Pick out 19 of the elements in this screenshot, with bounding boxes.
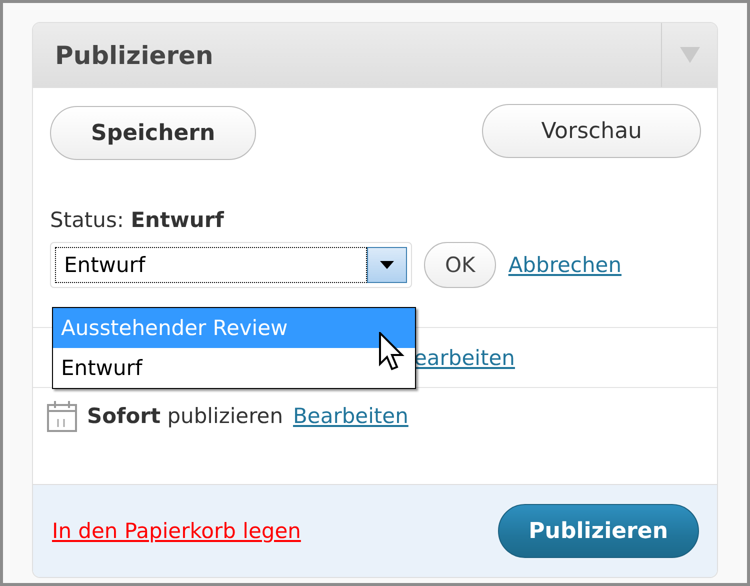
publish-schedule-text: Sofort publizieren <box>87 404 284 428</box>
edit-link[interactable]: earbeiten <box>414 346 515 370</box>
dropdown-option[interactable]: Entwurf <box>53 348 415 388</box>
panel-title: Publizieren <box>54 40 214 72</box>
status-label: Status: Entwurf <box>49 207 225 232</box>
publish-button[interactable]: Publizieren <box>498 504 699 558</box>
calendar-icon <box>47 400 77 432</box>
ok-button[interactable]: OK <box>424 242 496 288</box>
edit-link[interactable]: Bearbeiten <box>293 404 408 428</box>
save-button[interactable]: Speichern <box>50 106 256 160</box>
cancel-link[interactable]: Abbrechen <box>508 253 622 277</box>
dropdown-button[interactable] <box>367 247 407 283</box>
dropdown-option[interactable]: Ausstehender Review <box>53 308 415 348</box>
mouse-pointer-icon <box>379 332 405 372</box>
status-select[interactable]: Entwurf <box>50 242 412 288</box>
dropdown-arrow-icon <box>380 261 394 269</box>
preview-button[interactable]: Vorschau <box>482 104 701 158</box>
triangle-down-icon <box>680 47 700 63</box>
trash-link[interactable]: In den Papierkorb legen <box>52 519 301 543</box>
